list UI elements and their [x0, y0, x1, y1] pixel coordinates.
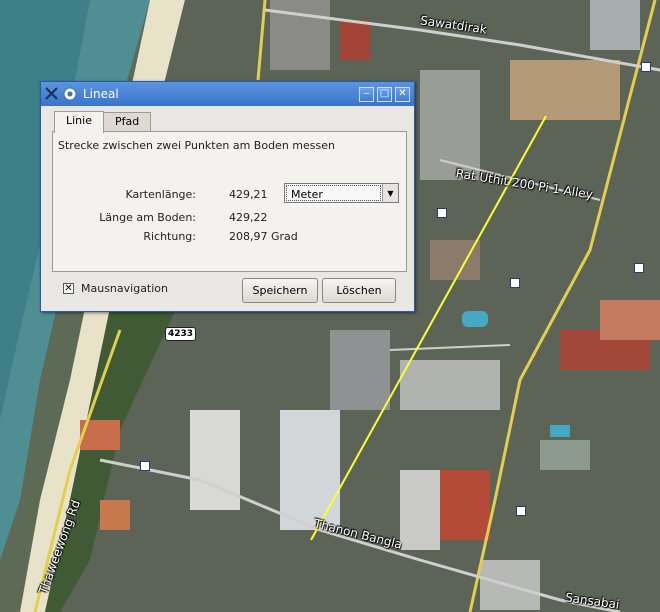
hotel-marker-icon[interactable] [437, 208, 447, 218]
maximize-button[interactable]: □ [377, 86, 392, 102]
minimize-button[interactable]: ‒ [359, 86, 374, 102]
tab-line[interactable]: Linie [54, 111, 104, 133]
unit-select[interactable]: Meter ▼ [284, 183, 399, 203]
ruler-dialog: Lineal ‒ □ ✕ Linie Pfad Strecke zwischen… [40, 81, 415, 312]
map-length-value: 429,21 [229, 188, 268, 201]
map-length-label: Kartenlänge: [125, 188, 196, 201]
hotel-marker-icon[interactable] [516, 506, 526, 516]
unit-select-value: Meter [286, 185, 381, 201]
panel-description: Strecke zwischen zwei Punkten am Boden m… [58, 139, 335, 152]
hotel-marker-icon[interactable] [641, 62, 651, 72]
hotel-marker-icon[interactable] [140, 461, 150, 471]
direction-value: 208,97 Grad [229, 230, 298, 243]
ground-length-value: 429,22 [229, 211, 268, 224]
hotel-marker-icon[interactable] [510, 278, 520, 288]
mouse-navigation-checkbox[interactable]: ✕ [63, 283, 74, 294]
ruler-app-icon [45, 87, 59, 101]
tab-bar: Linie Pfad [54, 111, 152, 133]
direction-label: Richtung: [143, 230, 196, 243]
line-panel: Strecke zwischen zwei Punkten am Boden m… [52, 131, 407, 272]
route-shield: 4233 [165, 327, 197, 341]
window-menu-icon[interactable] [63, 87, 77, 101]
tab-path[interactable]: Pfad [102, 112, 152, 132]
title-bar[interactable]: Lineal ‒ □ ✕ [41, 82, 414, 106]
hotel-marker-icon[interactable] [634, 263, 644, 273]
mouse-navigation-label[interactable]: Mausnavigation [81, 282, 168, 295]
window-title: Lineal [83, 87, 119, 101]
clear-button[interactable]: Löschen [322, 278, 396, 303]
chevron-down-icon[interactable]: ▼ [382, 184, 398, 202]
save-button[interactable]: Speichern [242, 278, 318, 303]
close-button[interactable]: ✕ [395, 86, 410, 102]
ground-length-label: Länge am Boden: [99, 211, 196, 224]
